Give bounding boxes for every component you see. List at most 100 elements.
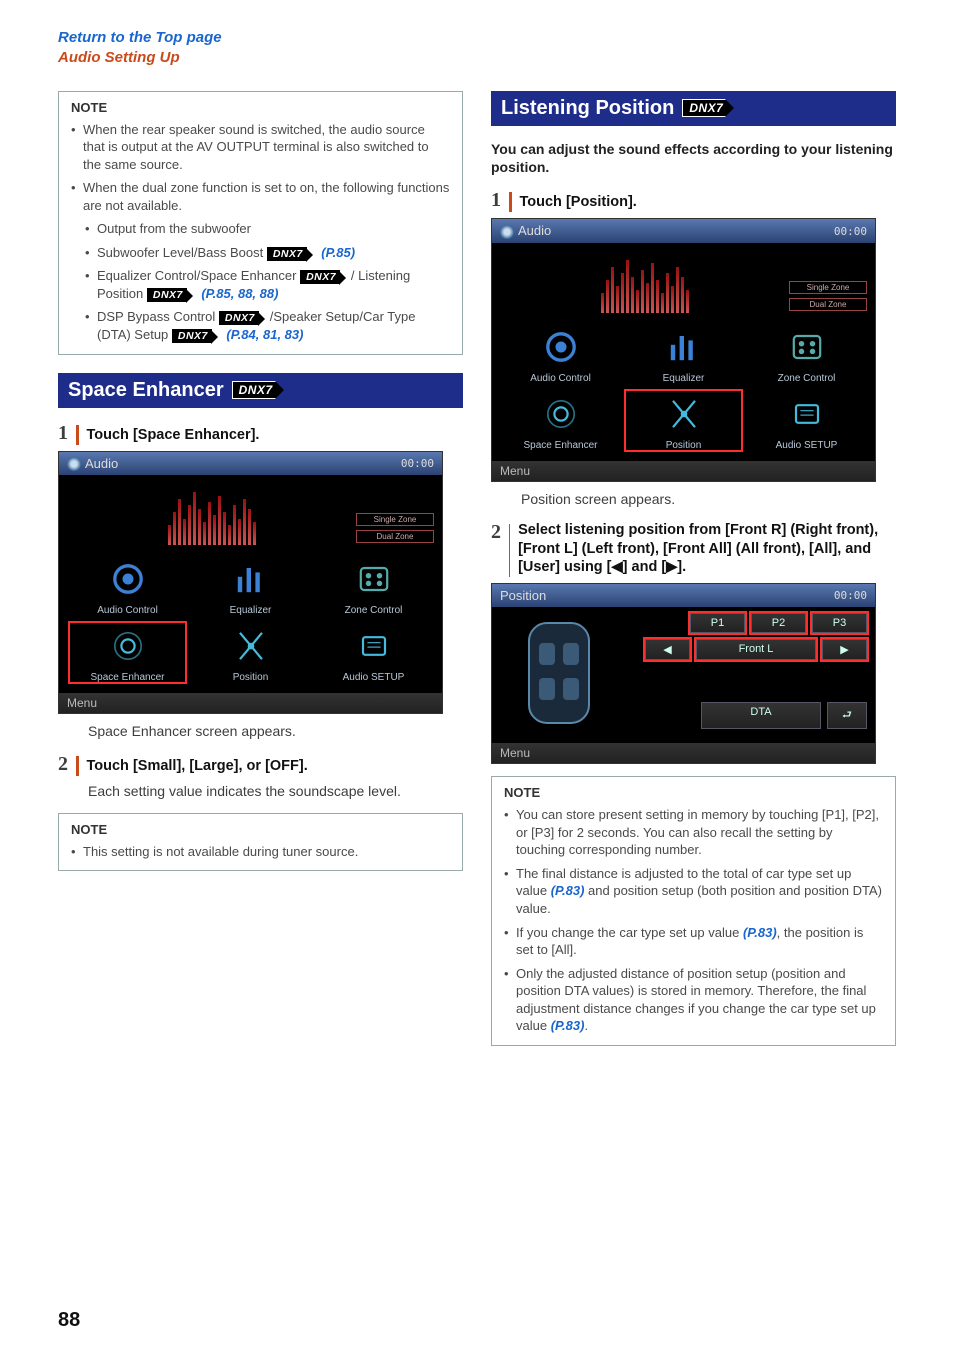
step-1: 1 Touch [Space Enhancer]. <box>58 422 463 445</box>
page-ref-link[interactable]: (P.85) <box>318 245 355 260</box>
tile-label: Space Enhancer <box>502 440 619 451</box>
tile-audio-setup[interactable]: Audio SETUP <box>315 622 432 683</box>
step-divider <box>76 756 79 776</box>
clock: 00:00 <box>401 457 434 470</box>
audio-setting-link[interactable]: Audio Setting Up <box>58 49 180 66</box>
preset-p3-button[interactable]: P3 <box>812 613 867 633</box>
note-sub-bullet: Subwoofer Level/Bass Boost DNX7 (P.85) <box>85 244 450 262</box>
step-number: 1 <box>491 189 501 212</box>
step-text: Select listening position from [Front R]… <box>518 521 896 578</box>
page-ref-link[interactable]: (P.84, 81, 83) <box>223 327 304 342</box>
tile-zone-control[interactable]: Zone Control <box>315 555 432 616</box>
dnx7-badge: DNX7 <box>300 270 340 284</box>
note-bullet: Only the adjusted distance of position s… <box>504 965 883 1035</box>
return-button[interactable]: ⮐ <box>827 702 867 729</box>
step-caption: Space Enhancer screen appears. <box>88 722 463 741</box>
position-right-button[interactable]: ▶ <box>822 639 867 660</box>
eq-bars <box>67 479 356 545</box>
note-text: When the dual zone function is set to on… <box>83 180 449 213</box>
audio-tiles: Audio Control Equalizer Zone Control Spa… <box>59 549 442 693</box>
tile-label: Audio Control <box>69 605 186 616</box>
note-text: DSP Bypass Control <box>97 309 219 324</box>
step-caption: Position screen appears. <box>521 490 896 509</box>
clock: 00:00 <box>834 225 867 238</box>
listening-position-heading: Listening Position DNX7 <box>491 91 896 126</box>
page-ref-link[interactable]: (P.85, 88, 88) <box>198 286 279 301</box>
dta-button[interactable]: DTA <box>701 702 821 729</box>
audio-header: Audio 00:00 <box>59 452 442 476</box>
tile-label: Zone Control <box>748 373 865 384</box>
dnx7-badge: DNX7 <box>219 311 259 325</box>
position-value: Front L <box>696 639 816 660</box>
tile-space-enhancer[interactable]: Space Enhancer <box>69 622 186 683</box>
visualizer: Single Zone Dual Zone <box>492 243 875 317</box>
single-zone-btn[interactable]: Single Zone <box>356 513 434 526</box>
dnx7-badge: DNX7 <box>682 99 726 117</box>
audio-title: Audio <box>518 223 551 238</box>
single-zone-btn[interactable]: Single Zone <box>789 281 867 294</box>
heading-text: Space Enhancer <box>68 379 224 402</box>
note-box-2: NOTE This setting is not available durin… <box>58 813 463 872</box>
menu-bar[interactable]: Menu <box>492 743 875 763</box>
tile-position[interactable]: Position <box>625 390 742 451</box>
preset-p2-button[interactable]: P2 <box>751 613 806 633</box>
note-text: Equalizer Control/Space Enhancer <box>97 268 300 283</box>
position-left-button[interactable]: ◀ <box>645 639 690 660</box>
dual-zone-btn[interactable]: Dual Zone <box>789 298 867 311</box>
note-bullet: When the rear speaker sound is switched,… <box>71 121 450 174</box>
audio-tiles: Audio Control Equalizer Zone Control Spa… <box>492 317 875 461</box>
step-text: Touch [Small], [Large], or [OFF]. <box>87 757 308 776</box>
menu-bar[interactable]: Menu <box>59 693 442 713</box>
dnx7-badge: DNX7 <box>172 329 212 343</box>
tile-label: Position <box>625 440 742 451</box>
space-enhancer-heading: Space Enhancer DNX7 <box>58 373 463 408</box>
return-top-link[interactable]: Return to the Top page <box>58 29 222 46</box>
menu-bar[interactable]: Menu <box>492 461 875 481</box>
note-sub-bullet: Output from the subwoofer <box>85 220 450 238</box>
step-text: Touch [Position]. <box>520 193 637 212</box>
step-number: 1 <box>58 422 68 445</box>
zone-toggle: Single Zone Dual Zone <box>789 247 867 313</box>
tile-audio-control[interactable]: Audio Control <box>69 555 186 616</box>
tile-position[interactable]: Position <box>192 622 309 683</box>
tile-label: Zone Control <box>315 605 432 616</box>
step-divider <box>509 524 510 578</box>
position-header: Position 00:00 <box>492 584 875 607</box>
page-ref-link[interactable]: (P.83) <box>743 925 777 940</box>
tile-audio-setup[interactable]: Audio SETUP <box>748 390 865 451</box>
tile-label: Position <box>192 672 309 683</box>
page-ref-link[interactable]: (P.83) <box>551 1018 585 1033</box>
step-number: 2 <box>58 753 68 776</box>
note-sub-bullet: Equalizer Control/Space Enhancer DNX7 / … <box>85 267 450 302</box>
audio-screen-pos: Audio 00:00 Single Zone Dual Zone Audio … <box>491 218 876 482</box>
tile-space-enhancer[interactable]: Space Enhancer <box>502 390 619 451</box>
note-text: Subwoofer Level/Bass Boost <box>97 245 267 260</box>
step-text: Touch [Space Enhancer]. <box>87 426 260 445</box>
speaker-icon <box>500 225 514 239</box>
note-bullet: You can store present setting in memory … <box>504 806 883 859</box>
tile-audio-control[interactable]: Audio Control <box>502 323 619 384</box>
dual-zone-btn[interactable]: Dual Zone <box>356 530 434 543</box>
tile-label: Equalizer <box>192 605 309 616</box>
note-title: NOTE <box>504 785 883 800</box>
audio-title: Audio <box>85 456 118 471</box>
page-ref-link[interactable]: (P.83) <box>551 883 585 898</box>
preset-p1-button[interactable]: P1 <box>690 613 745 633</box>
step-divider <box>76 425 79 445</box>
tile-equalizer[interactable]: Equalizer <box>192 555 309 616</box>
step-divider <box>509 192 512 212</box>
tile-label: Audio SETUP <box>748 440 865 451</box>
dnx7-badge: DNX7 <box>267 247 307 261</box>
position-screen: Position 00:00 P1 P2 <box>491 583 876 764</box>
section-intro: You can adjust the sound effects accordi… <box>491 140 896 178</box>
step-2: 2 Touch [Small], [Large], or [OFF]. <box>58 753 463 776</box>
tile-label: Audio SETUP <box>315 672 432 683</box>
tile-zone-control[interactable]: Zone Control <box>748 323 865 384</box>
tile-label: Audio Control <box>502 373 619 384</box>
page-number: 88 <box>58 1309 80 1332</box>
note-bullet: This setting is not available during tun… <box>71 843 450 861</box>
tile-equalizer[interactable]: Equalizer <box>625 323 742 384</box>
note-box-1: NOTE When the rear speaker sound is swit… <box>58 91 463 355</box>
step-2: 2 Select listening position from [Front … <box>491 521 896 578</box>
step-1: 1 Touch [Position]. <box>491 189 896 212</box>
